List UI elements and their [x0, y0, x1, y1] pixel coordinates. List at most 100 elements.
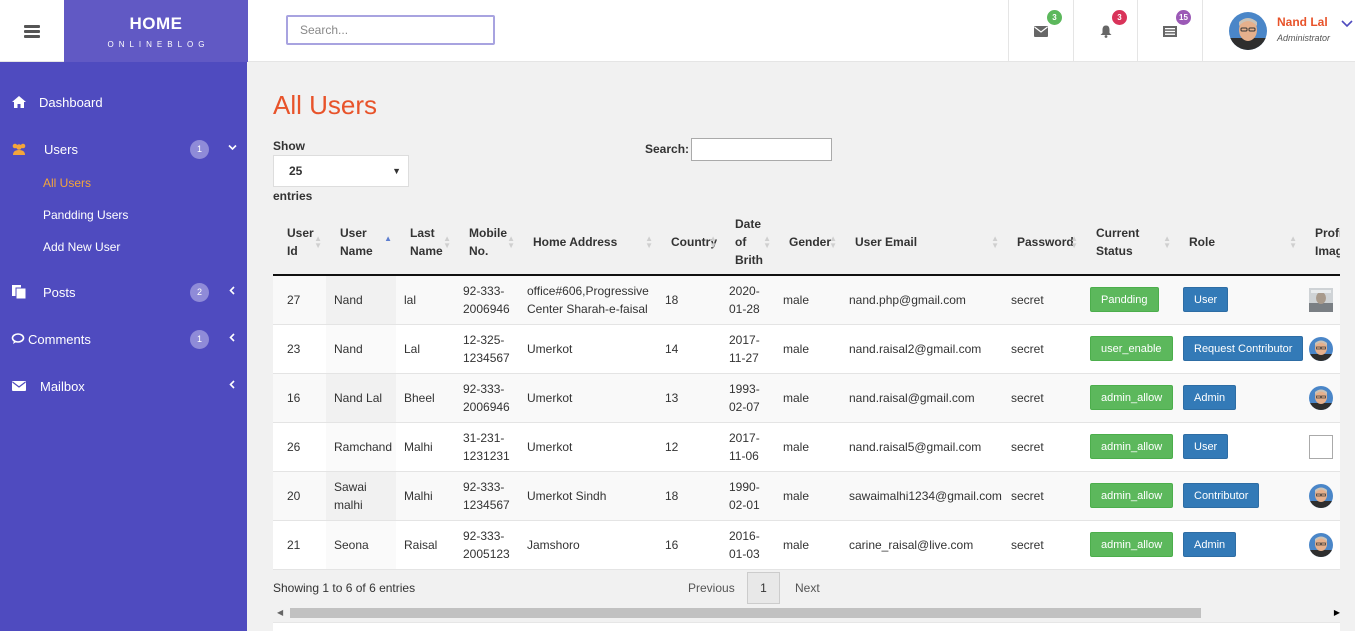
- column-header-label: User Name: [340, 226, 373, 258]
- notifications-button[interactable]: 3: [1073, 0, 1138, 62]
- envelope-icon: [1034, 25, 1048, 37]
- cell-status: admin_allow: [1082, 373, 1175, 423]
- role-button[interactable]: Admin: [1183, 385, 1237, 410]
- sidebar: Dashboard Users 1 All Users Pandding Use…: [0, 62, 247, 631]
- caret-down-icon: ▼: [392, 166, 401, 176]
- column-header[interactable]: Home Address ▲ ▼: [519, 210, 657, 276]
- comments-icon: [11, 333, 25, 344]
- column-header[interactable]: Mobile No. ▲ ▼: [455, 210, 519, 276]
- cell-mobile: 92-333-2005123: [455, 520, 519, 570]
- column-header[interactable]: Password ▲ ▼: [1003, 210, 1082, 276]
- cell-role: Request Contributor: [1175, 324, 1304, 374]
- page-size-select[interactable]: 25 ▼: [273, 155, 409, 187]
- chevron-left-icon: [229, 333, 235, 342]
- brand-subtitle: ONLINEBLOG: [107, 40, 210, 49]
- profile-image: [1309, 287, 1333, 312]
- bell-icon: [1100, 25, 1112, 38]
- user-menu[interactable]: Nand Lal Administrator: [1202, 0, 1355, 62]
- chevron-left-icon: [229, 286, 235, 295]
- sidebar-item-comments[interactable]: Comments 1: [0, 327, 247, 351]
- column-header[interactable]: User Email ▲ ▼: [841, 210, 1003, 276]
- column-header[interactable]: Profile Image: [1301, 210, 1340, 276]
- sidebar-item-dashboard[interactable]: Dashboard: [0, 90, 247, 114]
- cell-country: 16: [657, 520, 721, 570]
- role-button[interactable]: Contributor: [1183, 483, 1260, 508]
- cell-name: Seona: [326, 520, 396, 570]
- scrollbar-thumb[interactable]: [290, 608, 1201, 618]
- sidebar-subitem-add-new-user[interactable]: Add New User: [43, 240, 120, 254]
- sidebar-item-posts[interactable]: Posts 2: [0, 280, 247, 304]
- cell-address: Umerkot: [519, 324, 657, 374]
- cell-mobile: 31-231-1231231: [455, 422, 519, 472]
- sidebar-item-mailbox[interactable]: Mailbox: [0, 374, 247, 398]
- messages-button[interactable]: 3: [1008, 0, 1073, 62]
- status-button[interactable]: admin_allow: [1090, 532, 1174, 557]
- role-button[interactable]: User: [1183, 287, 1229, 313]
- cell-id: 16: [273, 373, 326, 423]
- column-header[interactable]: Date of Brith ▲ ▼: [721, 210, 775, 276]
- cell-status: admin_allow: [1082, 471, 1175, 521]
- column-header-label: Mobile No.: [469, 226, 507, 258]
- cell-email: nand.raisal@gmail.com: [841, 373, 1003, 423]
- role-button[interactable]: User: [1183, 434, 1229, 459]
- entries-label: entries: [273, 189, 313, 203]
- cell-role: Admin: [1175, 520, 1301, 570]
- cell-country: 18: [657, 471, 721, 521]
- sort-icon: ▲ ▼: [507, 234, 515, 250]
- header-search-input[interactable]: [286, 15, 495, 45]
- sidebar-item-users[interactable]: Users 1: [0, 137, 247, 161]
- cell-password: secret: [1003, 275, 1082, 325]
- role-button[interactable]: Request Contributor: [1183, 336, 1304, 361]
- user-avatar: [1229, 12, 1267, 50]
- sidebar-item-label: Comments: [28, 331, 91, 347]
- column-header[interactable]: User Id ▲ ▼: [273, 210, 326, 276]
- column-header-label: Current Status: [1096, 226, 1140, 258]
- status-button[interactable]: user_enable: [1090, 336, 1173, 361]
- cell-id: 26: [273, 422, 326, 472]
- page-1-button[interactable]: 1: [747, 572, 780, 604]
- cell-dob: 2017-11-06: [721, 422, 775, 472]
- cell-role: Contributor: [1175, 471, 1301, 521]
- cell-email: nand.raisal5@gmail.com: [841, 422, 1003, 472]
- cell-address: Umerkot Sindh: [519, 471, 657, 521]
- home-icon: [12, 96, 26, 108]
- sidebar-subitem-pandding-users[interactable]: Pandding Users: [43, 208, 128, 222]
- next-page-button[interactable]: Next: [795, 572, 820, 604]
- cell-password: secret: [1003, 422, 1082, 472]
- scroll-right-icon[interactable]: ▶: [1334, 608, 1340, 617]
- sort-icon: ▲ ▼: [645, 234, 653, 250]
- previous-page-button[interactable]: Previous: [688, 572, 735, 604]
- sidebar-subitem-all-users[interactable]: All Users: [43, 176, 91, 190]
- cell-country: 14: [657, 324, 721, 374]
- column-header[interactable]: Current Status ▲ ▼: [1082, 210, 1175, 276]
- role-button[interactable]: Admin: [1183, 532, 1237, 557]
- status-button[interactable]: admin_allow: [1090, 483, 1174, 508]
- brand-logo[interactable]: HOME ONLINEBLOG: [64, 0, 248, 62]
- cell-address: Jamshoro: [519, 520, 657, 570]
- cell-name: Nand Lal: [326, 373, 396, 423]
- user-role: Administrator: [1277, 33, 1331, 43]
- column-header[interactable]: Country ▲ ▼: [657, 210, 721, 276]
- sort-icon: ▲ ▼: [1070, 234, 1078, 250]
- cell-last: Raisal: [396, 520, 455, 570]
- column-header[interactable]: Gender ▲ ▼: [775, 210, 841, 276]
- cell-dob: 1990-02-01: [721, 471, 775, 521]
- horizontal-scrollbar[interactable]: ◀ ▶: [273, 606, 1340, 620]
- scroll-left-icon[interactable]: ◀: [277, 608, 283, 617]
- column-header-label: Profile Image: [1315, 226, 1340, 258]
- users-table-container: User Id ▲ ▼ User Name ▲ Last Name ▲ ▼ Mobile …: [273, 210, 1340, 570]
- column-header[interactable]: User Name ▲: [326, 210, 396, 276]
- status-button[interactable]: admin_allow: [1090, 434, 1174, 459]
- menu-toggle-button[interactable]: [0, 0, 64, 62]
- column-header-label: Role: [1189, 235, 1216, 249]
- table-search-input[interactable]: [691, 138, 832, 161]
- column-header[interactable]: Role ▲ ▼: [1175, 210, 1301, 276]
- cell-name: Ramchand: [326, 422, 396, 472]
- column-header[interactable]: Last Name ▲ ▼: [396, 210, 455, 276]
- tasks-button[interactable]: 15: [1137, 0, 1202, 62]
- status-button[interactable]: Pandding: [1090, 287, 1159, 313]
- status-button[interactable]: admin_allow: [1090, 385, 1174, 410]
- cell-dob: 2020-01-28: [721, 275, 775, 325]
- cell-status: admin_allow: [1082, 422, 1175, 472]
- cell-id: 27: [273, 275, 326, 325]
